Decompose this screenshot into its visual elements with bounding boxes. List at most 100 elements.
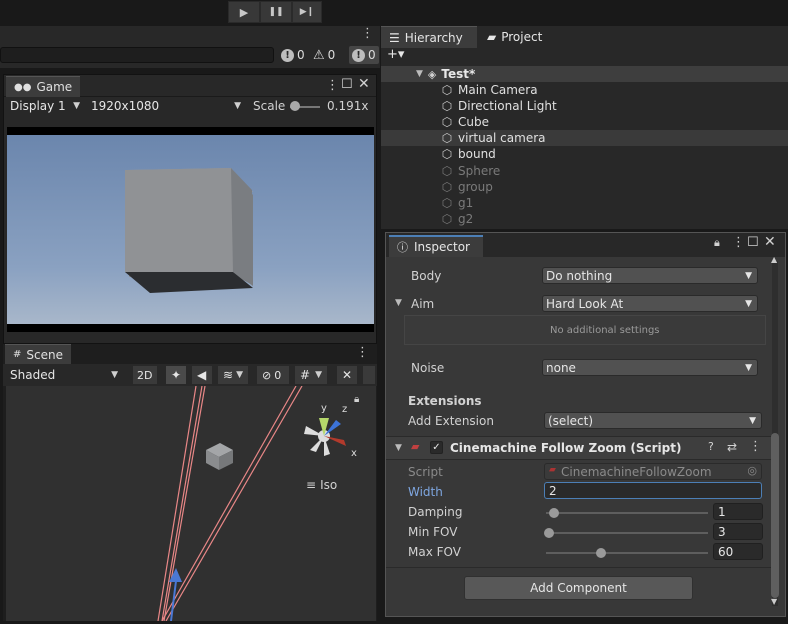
create-dropdown[interactable]: +▾ (387, 47, 404, 62)
add-extension-label: Add Extension (408, 414, 494, 428)
gameobject-cube-icon: ⬡ (441, 83, 453, 97)
min-fov-slider-knob[interactable] (544, 528, 555, 538)
play-button[interactable]: ▶ (228, 1, 260, 23)
gameobject-cube-icon: ⬡ (441, 180, 453, 194)
scene-canvas[interactable]: y z x 🔒︎ ≡ Iso (6, 385, 376, 622)
max-fov-slider[interactable] (546, 552, 708, 554)
main-toolbar: ▶ ❚❚ ▶❙ (0, 0, 788, 26)
pause-button[interactable]: ❚❚ (260, 1, 292, 23)
eye-slash-icon: ⊘ (262, 368, 272, 382)
scale-slider-knob[interactable] (290, 101, 300, 111)
width-input[interactable]: 2 (544, 482, 762, 499)
damping-slider-knob[interactable] (549, 508, 560, 518)
tab-scene[interactable]: # Scene (5, 344, 71, 364)
menu-kebab-icon[interactable]: ⋮ (749, 439, 762, 454)
script-field: ▰ CinemachineFollowZoom ◎ (544, 463, 762, 480)
noise-dropdown[interactable]: none ▼ (542, 359, 758, 376)
2d-toggle-button[interactable]: 2D (133, 366, 157, 384)
audio-icon[interactable]: ◀ (192, 366, 212, 384)
gizmo-y-label: y (321, 403, 327, 414)
aim-foldout-arrow-icon[interactable]: ▼ (395, 298, 402, 308)
gamepad-icon: ●● (14, 81, 32, 93)
menu-kebab-icon[interactable]: ⋮ (356, 345, 369, 360)
object-picker-icon[interactable]: ◎ (747, 464, 757, 477)
hierarchy-item[interactable]: ⬡ bound (381, 146, 788, 162)
tools-icon[interactable]: ✕ (337, 366, 357, 384)
max-fov-slider-knob[interactable] (596, 548, 607, 558)
component-foldout-arrow-icon[interactable]: ▼ (395, 443, 402, 453)
max-fov-input[interactable]: 60 (713, 543, 763, 560)
noise-label: Noise (411, 361, 445, 375)
hierarchy-item-inactive[interactable]: ⬡ group (381, 179, 788, 195)
maximize-icon[interactable]: ☐ (341, 77, 353, 92)
scene-toolbar: Shaded ▼ 2D ✦ ◀ ≋ ▼ ⊘ 0 # ▼ ✕ (3, 364, 377, 386)
scene-view-panel: # Scene ⋮ Shaded▼ 2D ✦ ◀ ≋▼ ⊘0 #▼ ✕ (3, 344, 377, 622)
hierarchy-item[interactable]: ⬡ Main Camera (381, 82, 788, 98)
maximize-icon[interactable]: ☐ (747, 235, 759, 250)
console-search-input[interactable] (0, 47, 274, 63)
effects-icon[interactable]: ≋ ▼ (218, 366, 248, 384)
hidden-objects-toggle[interactable]: ⊘ 0 (257, 366, 289, 384)
help-icon[interactable]: ? (708, 440, 714, 453)
console-error-count[interactable]: ! 0 (281, 46, 305, 64)
aim-note: No additional settings (550, 325, 660, 336)
damping-slider[interactable] (546, 512, 708, 514)
grid-snapping-icon[interactable]: # ▼ (295, 366, 327, 384)
hierarchy-panel: ☰ Hierarchy ▰ Project +▾ ▼ ◈ Test* ⬡ Main C… (381, 26, 788, 229)
min-fov-slider[interactable] (546, 532, 708, 534)
lock-icon[interactable]: 🔒︎ (354, 394, 359, 405)
hierarchy-item-inactive[interactable]: ⬡ g2 (381, 211, 788, 227)
gameobject-cube-icon: ⬡ (441, 147, 453, 161)
body-label: Body (411, 269, 442, 283)
step-button[interactable]: ▶❙ (292, 1, 322, 23)
menu-kebab-icon[interactable]: ⋮ (361, 26, 374, 41)
tab-project[interactable]: ▰ Project (479, 26, 550, 48)
orientation-gizmo[interactable]: y z x (296, 396, 366, 466)
min-fov-input[interactable]: 3 (713, 523, 763, 540)
presets-icon[interactable]: ⇄ (727, 440, 737, 454)
component-title: Cinemachine Follow Zoom (Script) (450, 441, 682, 455)
menu-kebab-icon[interactable]: ⋮ (326, 78, 339, 93)
hierarchy-item-inactive[interactable]: ⬡ g1 (381, 195, 788, 211)
tab-game[interactable]: ●● Game (6, 76, 81, 97)
gizmo-x-label: x (351, 448, 357, 459)
lock-icon[interactable]: 🔒︎ (714, 236, 720, 250)
scrollbar-thumb[interactable] (771, 433, 779, 598)
hierarchy-item-inactive[interactable]: ⬡ Sphere (381, 163, 788, 179)
menu-kebab-icon[interactable]: ⋮ (732, 235, 745, 250)
scale-value: 0.191x (327, 99, 369, 113)
component-enabled-checkbox[interactable]: ✓ (430, 441, 443, 454)
gizmos-toggle[interactable] (363, 366, 375, 384)
gizmo-z-label: z (342, 404, 347, 415)
body-dropdown[interactable]: Do nothing ▼ (542, 267, 758, 284)
aim-label: Aim (411, 297, 435, 311)
game-render-canvas (7, 127, 374, 332)
tab-hierarchy[interactable]: ☰ Hierarchy (381, 26, 477, 48)
lighting-icon[interactable]: ✦ (166, 366, 186, 384)
game-tab-header: ●● Game ⋮ ☐ ✕ (4, 75, 376, 97)
hierarchy-scene-row[interactable]: ▼ ◈ Test* (381, 66, 788, 82)
resolution-dropdown[interactable]: 1920x1080 ▼ (86, 97, 246, 115)
console-warning-count[interactable]: ⚠ 0 (313, 46, 335, 64)
damping-input[interactable]: 1 (713, 503, 763, 520)
add-extension-dropdown[interactable]: (select) ▼ (544, 412, 762, 429)
gameobject-cube-icon: ⬡ (441, 212, 453, 226)
scroll-down-icon[interactable]: ▼ (771, 597, 777, 606)
scale-label: Scale (253, 99, 286, 113)
projection-toggle[interactable]: ≡ Iso (306, 478, 337, 492)
close-icon[interactable]: ✕ (358, 76, 370, 92)
tab-inspector[interactable]: ⓘ Inspector (389, 235, 483, 257)
add-component-button[interactable]: Add Component (464, 576, 693, 600)
folder-icon: ▰ (487, 30, 497, 44)
hierarchy-item[interactable]: ⬡ Directional Light (381, 98, 788, 114)
hierarchy-item-selected[interactable]: ⬡ virtual camera (381, 130, 788, 146)
shading-mode-dropdown[interactable]: Shaded ▼ (5, 366, 123, 384)
display-dropdown[interactable]: Display 1 ▼ (5, 97, 85, 115)
hierarchy-item[interactable]: ⬡ Cube (381, 114, 788, 130)
expand-arrow-icon[interactable]: ▼ (416, 69, 423, 79)
aim-dropdown[interactable]: Hard Look At ▼ (542, 295, 758, 312)
console-message-count[interactable]: ! 0 (349, 46, 379, 64)
scroll-up-icon[interactable]: ▲ (771, 255, 777, 264)
close-icon[interactable]: ✕ (764, 234, 776, 250)
lines-icon: ≡ (306, 478, 317, 492)
